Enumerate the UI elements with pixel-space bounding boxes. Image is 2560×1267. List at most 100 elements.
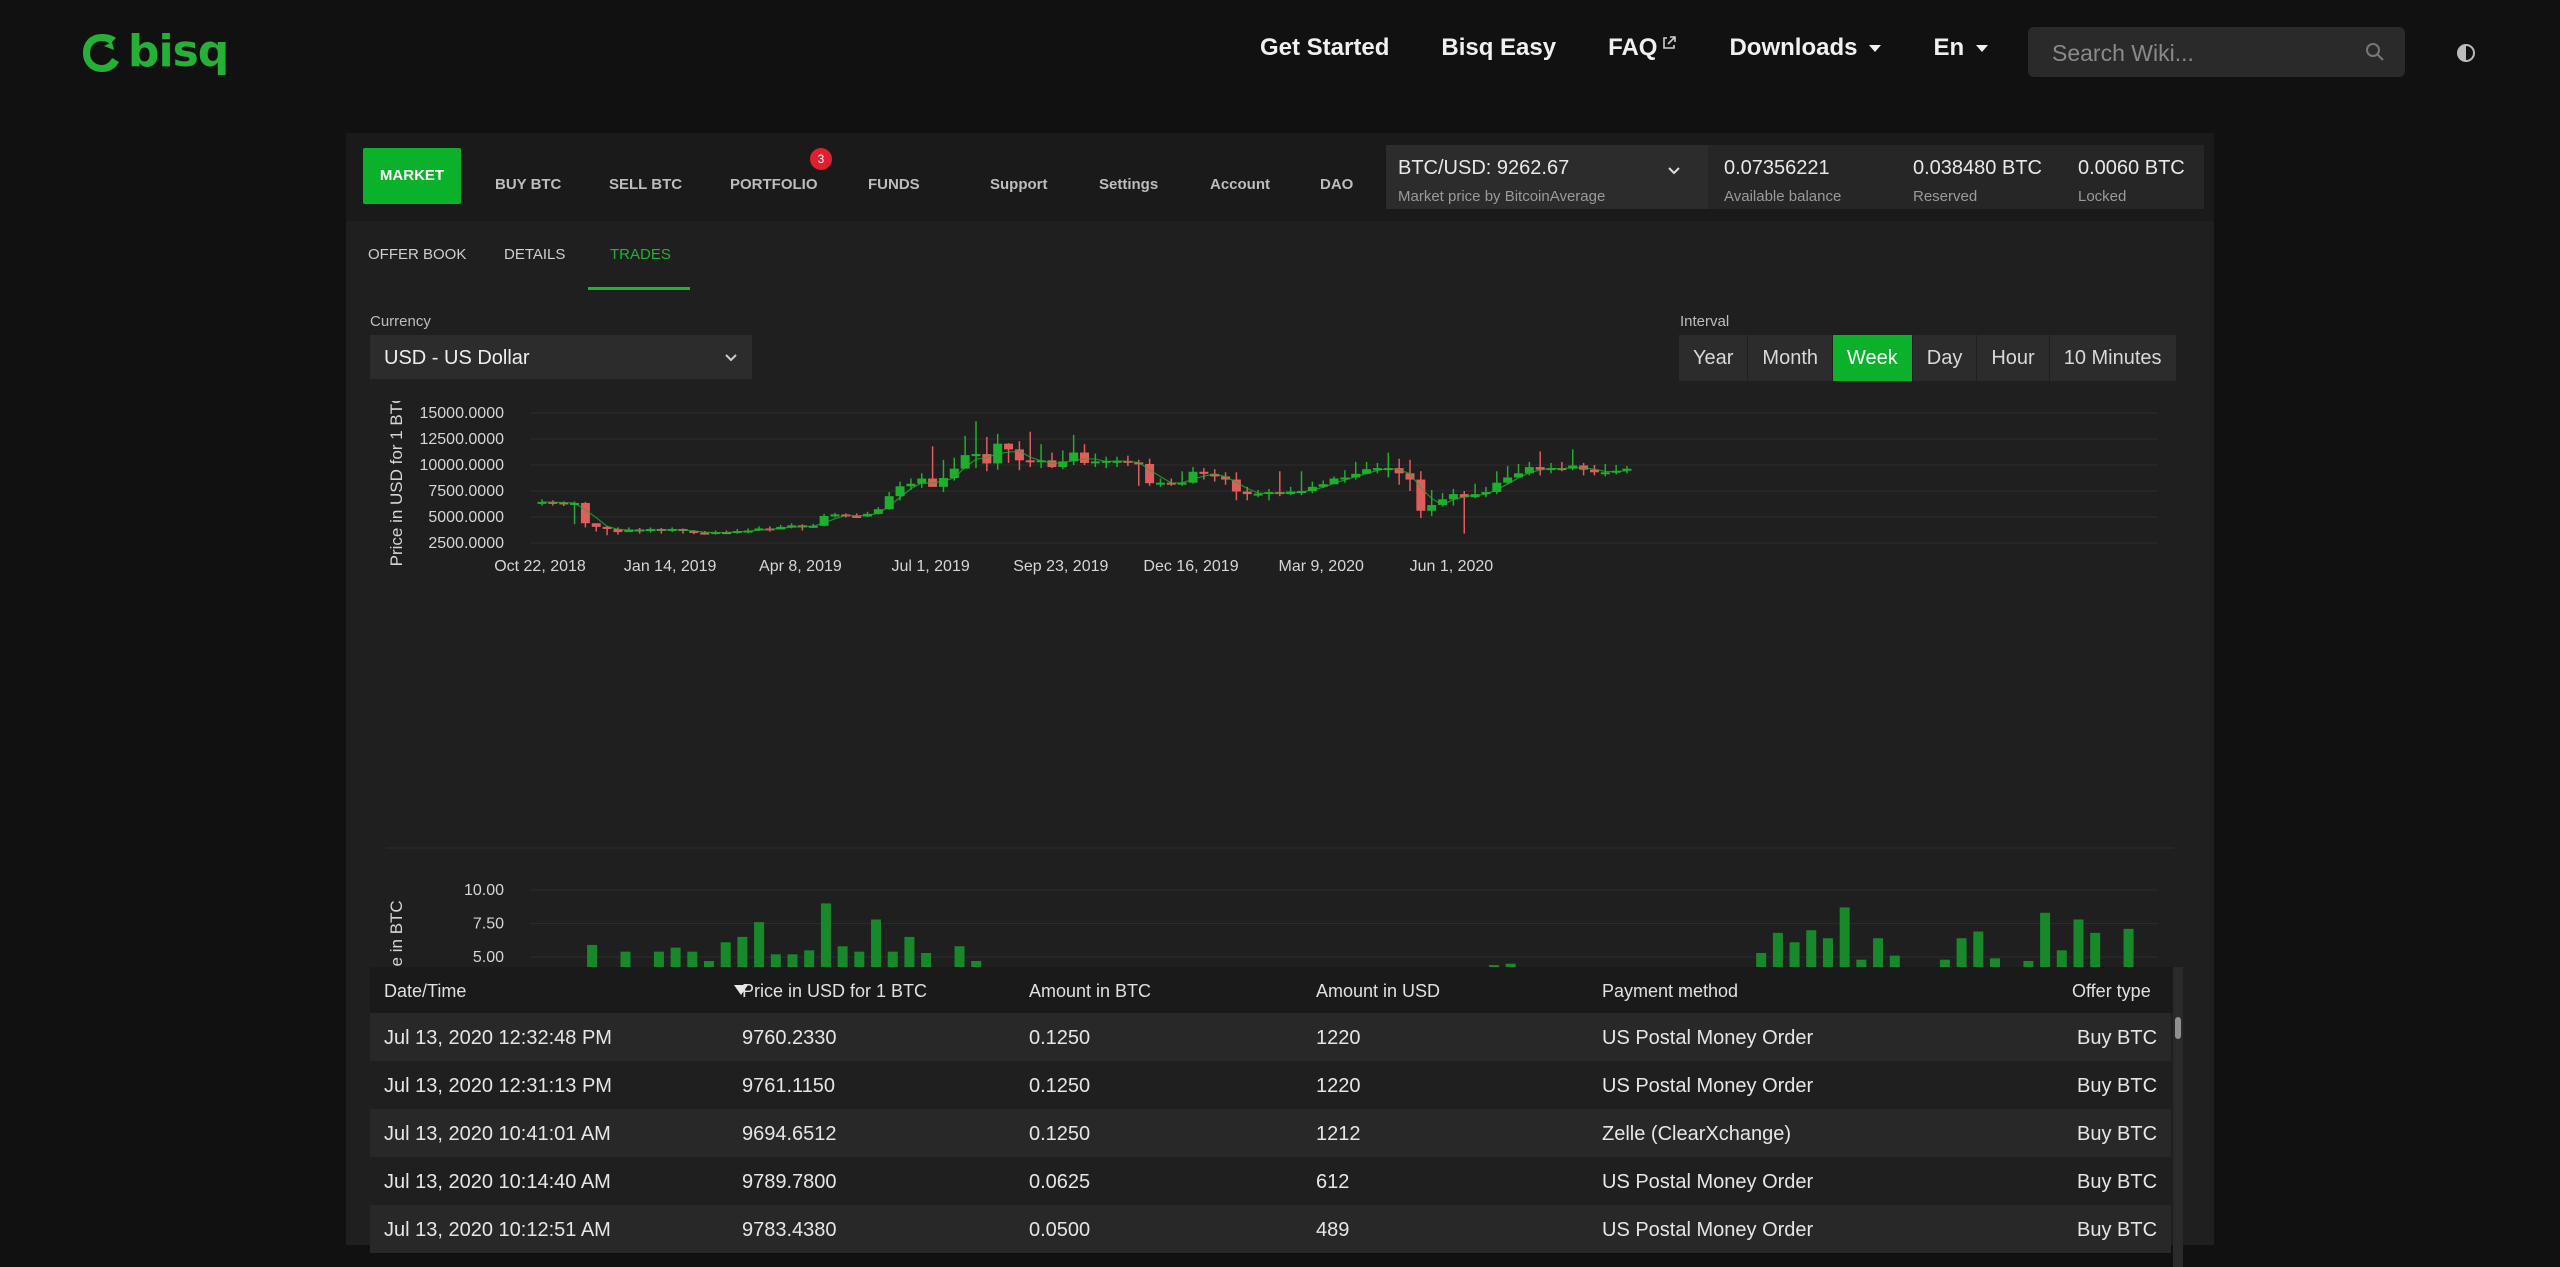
price-y-tick-label: 10000.0000 bbox=[419, 457, 504, 474]
search-input[interactable]: Search Wiki... bbox=[2028, 27, 2405, 77]
tab-dao[interactable]: DAO bbox=[1320, 176, 1353, 193]
cell-date: Jul 13, 2020 12:32:48 PM bbox=[384, 1027, 612, 1049]
tab-settings[interactable]: Settings bbox=[1099, 176, 1158, 193]
cell-amount-usd: 612 bbox=[1316, 1171, 1350, 1193]
interval-label: Interval bbox=[1680, 313, 1730, 330]
nav-bisq-easy-label: Bisq Easy bbox=[1441, 34, 1557, 61]
currency-label: Currency bbox=[370, 313, 431, 330]
price-x-tick-label: Dec 16, 2019 bbox=[1143, 558, 1238, 575]
price-y-tick-label: 2500.0000 bbox=[428, 535, 504, 552]
tab-portfolio[interactable]: PORTFOLIO bbox=[730, 176, 818, 193]
candle-body bbox=[1090, 461, 1100, 464]
app-top-bar: MARKET BUY BTC SELL BTC PORTFOLIO 3 FUND… bbox=[346, 133, 2214, 221]
cell-payment-method: US Postal Money Order bbox=[1602, 1027, 1814, 1049]
cell-price: 9694.6512 bbox=[742, 1123, 837, 1145]
column-header-price[interactable]: Price in USD for 1 BTC bbox=[742, 981, 927, 1002]
price-y-tick-label: 5000.0000 bbox=[428, 509, 504, 526]
chevron-down-icon bbox=[725, 354, 737, 362]
active-tab-indicator bbox=[588, 287, 690, 290]
theme-toggle-icon[interactable] bbox=[2457, 44, 2475, 62]
search-icon bbox=[2366, 43, 2384, 61]
candle-body bbox=[1427, 505, 1437, 511]
cell-amount-btc: 0.1250 bbox=[1029, 1075, 1091, 1097]
tab-support[interactable]: Support bbox=[990, 176, 1048, 193]
nav-get-started-label: Get Started bbox=[1260, 34, 1390, 61]
market-price-selector[interactable]: BTC/USD: 9262.67 Market price by Bitcoin… bbox=[1386, 145, 1708, 209]
tab-offer-book[interactable]: OFFER BOOK bbox=[368, 246, 466, 263]
table-scrollbar[interactable] bbox=[2173, 967, 2183, 1267]
market-price: BTC/USD: 9262.67 bbox=[1398, 157, 1570, 179]
tab-trades[interactable]: TRADES bbox=[610, 246, 671, 263]
cell-amount-usd: 1212 bbox=[1316, 1123, 1361, 1145]
column-header-offer-type[interactable]: Offer type bbox=[2072, 981, 2151, 1002]
bisq-logo[interactable]: bisq bbox=[80, 28, 229, 76]
candle-body bbox=[949, 468, 959, 478]
tab-details[interactable]: DETAILS bbox=[504, 246, 565, 263]
candle-body bbox=[591, 523, 601, 527]
tab-funds[interactable]: FUNDS bbox=[868, 176, 920, 193]
nav-language[interactable]: En bbox=[1933, 34, 1989, 62]
table-row[interactable]: Jul 13, 2020 10:14:40 AM 9789.7800 0.0625 6… bbox=[370, 1157, 2171, 1205]
cell-date: Jul 13, 2020 12:31:13 PM bbox=[384, 1075, 612, 1097]
nav-language-label: En bbox=[1933, 34, 1965, 61]
price-x-tick-label: Jun 1, 2020 bbox=[1410, 558, 1494, 575]
bisq-cat-icon bbox=[83, 34, 119, 72]
candle-body bbox=[1253, 493, 1263, 496]
candle-body bbox=[1080, 452, 1089, 463]
interval-day-button[interactable]: Day bbox=[1913, 335, 1978, 381]
price-y-tick-label: 7500.0000 bbox=[428, 483, 504, 500]
cell-amount-btc: 0.0500 bbox=[1029, 1219, 1091, 1241]
nav-faq[interactable]: FAQ bbox=[1608, 34, 1677, 62]
candle-body bbox=[1145, 463, 1155, 484]
interval-week-button[interactable]: Week bbox=[1833, 335, 1913, 381]
volume-y-tick-label: 10.00 bbox=[464, 882, 504, 899]
locked-balance-value: 0.0060 BTC bbox=[2078, 157, 2185, 179]
column-header-date[interactable]: Date/Time bbox=[384, 981, 466, 1002]
volume-y-tick-label: 7.50 bbox=[473, 916, 504, 933]
nav-get-started[interactable]: Get Started bbox=[1260, 34, 1389, 62]
nav-bisq-easy[interactable]: Bisq Easy bbox=[1441, 34, 1556, 62]
price-x-tick-label: Jul 1, 2019 bbox=[891, 558, 969, 575]
candle-body bbox=[1004, 443, 1014, 450]
table-header: Date/Time Price in USD for 1 BTC Amount … bbox=[370, 967, 2183, 1013]
nav-downloads[interactable]: Downloads bbox=[1729, 34, 1882, 62]
interval-year-button[interactable]: Year bbox=[1679, 335, 1749, 381]
table-row[interactable]: Jul 13, 2020 12:31:13 PM 9761.1150 0.1250 1… bbox=[370, 1061, 2171, 1109]
interval-month-button[interactable]: Month bbox=[1748, 335, 1834, 381]
candle-body bbox=[580, 502, 590, 524]
candle-body bbox=[1199, 471, 1209, 474]
interval-10-minutes-button[interactable]: 10 Minutes bbox=[2050, 335, 2177, 381]
tab-sell-btc[interactable]: SELL BTC bbox=[609, 176, 682, 193]
cell-price: 9761.1150 bbox=[742, 1075, 836, 1097]
cell-offer-type: Buy BTC bbox=[2077, 1027, 2158, 1049]
external-link-icon bbox=[1663, 36, 1677, 49]
candle-body bbox=[971, 454, 981, 457]
column-header-amount-usd[interactable]: Amount in USD bbox=[1316, 981, 1440, 1002]
candle-body bbox=[906, 483, 916, 487]
cell-payment-method: US Postal Money Order bbox=[1602, 1075, 1814, 1097]
column-header-amount-btc[interactable]: Amount in BTC bbox=[1029, 981, 1151, 1002]
bisq-app-window: MARKET BUY BTC SELL BTC PORTFOLIO 3 FUND… bbox=[346, 133, 2214, 1267]
cell-amount-usd: 1220 bbox=[1316, 1075, 1361, 1097]
cell-date: Jul 13, 2020 10:14:40 AM bbox=[384, 1171, 611, 1193]
table-row[interactable]: Jul 13, 2020 10:12:51 AM 9783.4380 0.0500 4… bbox=[370, 1205, 2171, 1253]
chevron-down-icon bbox=[1668, 167, 1680, 175]
chevron-down-icon bbox=[1976, 44, 1989, 52]
candle-body bbox=[852, 515, 862, 518]
currency-select-value: USD - US Dollar bbox=[384, 347, 530, 369]
candle-body bbox=[830, 514, 840, 517]
site-nav-links: Get Started Bisq Easy FAQ Downloads En bbox=[1260, 34, 2040, 62]
tab-buy-btc[interactable]: BUY BTC bbox=[495, 176, 561, 193]
table-row[interactable]: Jul 13, 2020 10:41:01 AM 9694.6512 0.1250 1… bbox=[370, 1109, 2171, 1157]
table-scrollbar-thumb[interactable] bbox=[2175, 1017, 2181, 1039]
table-row[interactable]: Jul 13, 2020 12:32:48 PM 9760.2330 0.1250 1… bbox=[370, 1013, 2171, 1061]
currency-select[interactable]: USD - US Dollar bbox=[370, 335, 752, 379]
cell-payment-method: Zelle (ClearXchange) bbox=[1602, 1123, 1791, 1145]
tab-market[interactable]: MARKET bbox=[363, 148, 461, 204]
interval-hour-button[interactable]: Hour bbox=[1977, 335, 2050, 381]
nav-faq-label: FAQ bbox=[1608, 34, 1658, 61]
site-header: bisq Get Started Bisq Easy FAQ Downloads… bbox=[0, 0, 2560, 108]
column-header-payment-method[interactable]: Payment method bbox=[1602, 981, 1738, 1002]
price-x-tick-label: Mar 9, 2020 bbox=[1279, 558, 1364, 575]
tab-account[interactable]: Account bbox=[1210, 176, 1270, 193]
